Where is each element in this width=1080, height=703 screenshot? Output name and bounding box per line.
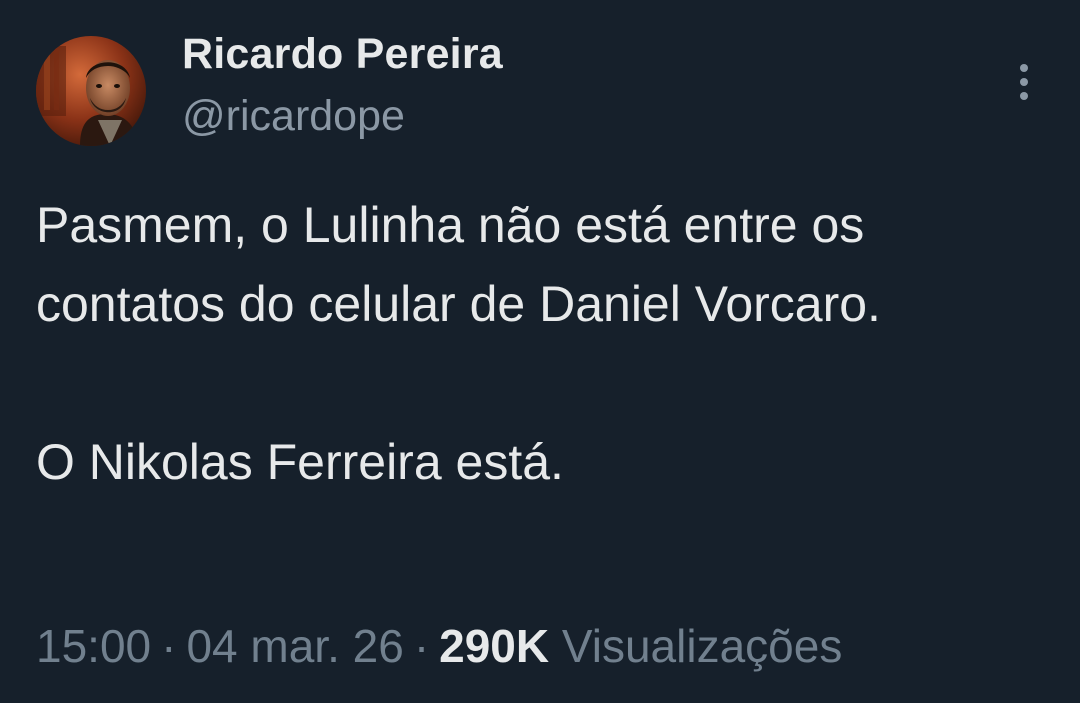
avatar[interactable] — [36, 36, 146, 146]
meta-separator: · — [413, 620, 430, 672]
views-count[interactable]: 290K — [439, 620, 549, 672]
views-label[interactable]: Visualizações — [562, 620, 842, 672]
more-vertical-icon — [1020, 64, 1028, 100]
meta-separator: · — [161, 620, 177, 672]
author-display-name[interactable]: Ricardo Pereira — [182, 30, 503, 79]
tweet-time[interactable]: 15:00 — [36, 620, 151, 672]
author-handle[interactable]: @ricardope — [182, 92, 405, 141]
tweet-card: Ricardo Pereira @ricardope Pasmem, o Lul… — [0, 0, 1080, 703]
more-options-button[interactable] — [1006, 60, 1042, 104]
tweet-date[interactable]: 04 mar. 26 — [186, 620, 403, 672]
tweet-text: Pasmem, o Lulinha não está entre os cont… — [36, 197, 881, 490]
tweet-metadata: 15:00 · 04 mar. 26 · 290K Visualizações — [36, 619, 842, 673]
avatar-photo — [36, 36, 146, 146]
